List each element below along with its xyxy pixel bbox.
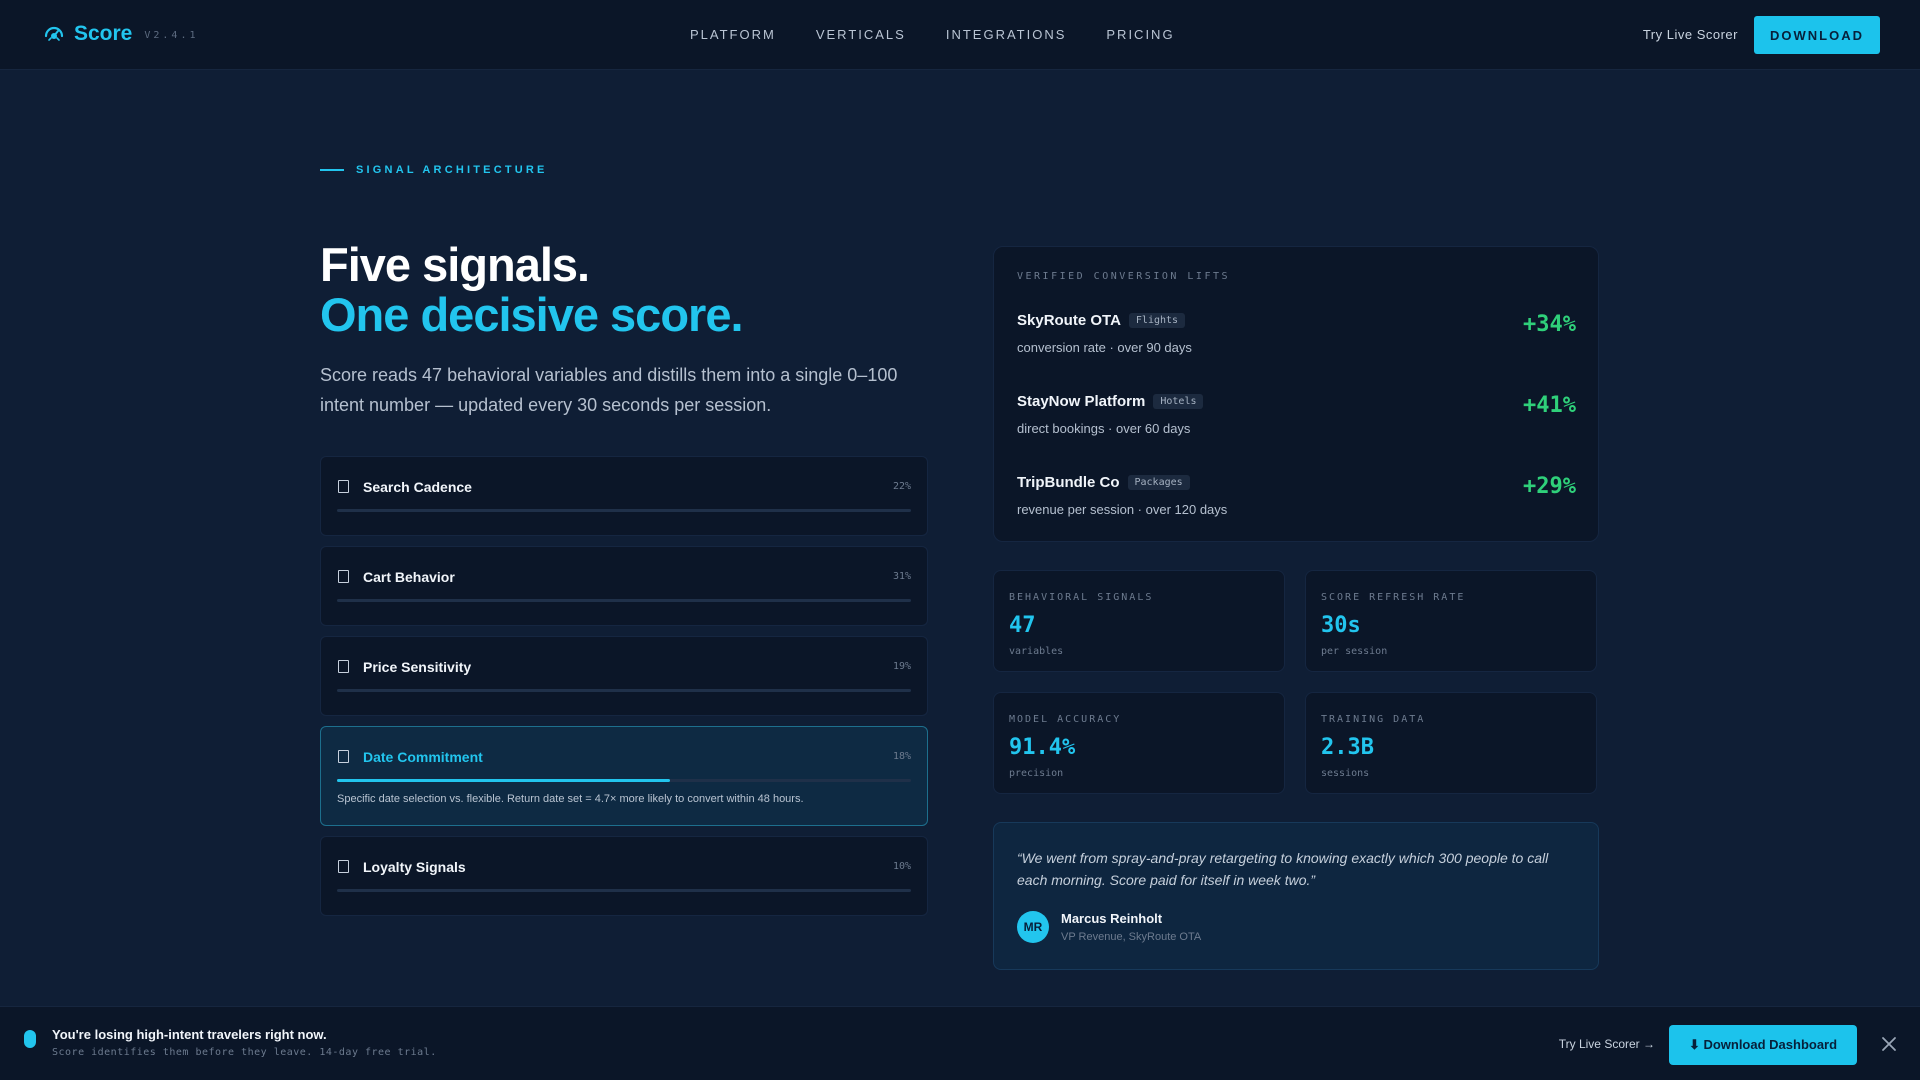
signal-label: Price Sensitivity [363, 659, 472, 675]
brand[interactable]: Score V2.4.1 [42, 22, 199, 46]
avatar: MR [1017, 911, 1049, 943]
lift-value: +29% [1523, 474, 1576, 499]
banner-subtitle: Score identifies them before they leave.… [52, 1047, 437, 1058]
stat-subtitle: precision [1009, 768, 1064, 779]
lift-value: +41% [1523, 393, 1576, 418]
signal-item-cart-behavior[interactable]: Cart Behavior 31% [320, 546, 928, 626]
banner-title: You're losing high-intent travelers righ… [52, 1027, 327, 1042]
signal-label: Cart Behavior [363, 569, 455, 585]
lift-company: StayNow Platform [1017, 393, 1146, 410]
lift-row: StayNow Platform Hotels direct bookings ·… [1017, 393, 1576, 453]
signal-label: Date Commitment [363, 749, 483, 765]
lift-row: SkyRoute OTA Flights conversion rate · ov… [1017, 312, 1576, 372]
lift-subtitle: revenue per session · over 120 days [1017, 502, 1228, 517]
testimonial-author: Marcus Reinholt [1061, 911, 1163, 926]
lift-tag: Packages [1127, 475, 1190, 490]
eyebrow-text: SIGNAL ARCHITECTURE [356, 164, 548, 176]
stat-label: SCORE REFRESH RATE [1321, 592, 1466, 603]
checkbox-icon [338, 660, 349, 673]
hero: Five signals. One decisive score. Score … [320, 240, 930, 420]
signal-weight: 22% [892, 481, 911, 492]
stat-card-refresh-rate: SCORE REFRESH RATE 30s per session [1305, 570, 1597, 672]
stat-value: 2.3B [1321, 735, 1374, 760]
stat-value: 47 [1009, 613, 1036, 638]
score-logo-icon [44, 26, 64, 41]
signal-progress-fill [337, 779, 670, 782]
signal-progress-bar [337, 599, 911, 602]
top-nav: Score V2.4.1 PLATFORM VERTICALS INTEGRAT… [0, 0, 1920, 70]
lift-value: +34% [1523, 312, 1576, 337]
checkbox-icon [338, 860, 349, 873]
try-live-scorer-link[interactable]: Try Live Scorer [1643, 27, 1738, 42]
stat-subtitle: per session [1321, 646, 1388, 657]
signal-progress-bar [337, 889, 911, 892]
signal-progress-bar [337, 779, 911, 782]
signal-description: Specific date selection vs. flexible. Re… [337, 793, 804, 805]
close-icon[interactable] [1878, 1033, 1900, 1055]
signal-label: Loyalty Signals [363, 859, 466, 875]
hero-description: Score reads 47 behavioral variables and … [320, 365, 898, 415]
status-indicator [24, 1030, 36, 1048]
conversion-lifts-card: VERIFIED CONVERSION LIFTS SkyRoute OTA Fl… [993, 246, 1599, 542]
version-label: V2.4.1 [144, 29, 199, 41]
hero-title-accent: One decisive score. [320, 288, 744, 341]
stat-label: TRAINING DATA [1321, 714, 1426, 725]
signal-label: Search Cadence [363, 479, 472, 495]
stat-subtitle: sessions [1321, 768, 1370, 779]
lift-row: TripBundle Co Packages revenue per sessio… [1017, 474, 1576, 534]
cta-banner: You're losing high-intent travelers righ… [0, 1006, 1920, 1080]
signal-list: Search Cadence 22% Cart Behavior 31% Pri… [320, 456, 928, 926]
stat-card-training-data: TRAINING DATA 2.3B sessions [1305, 692, 1597, 794]
download-button[interactable]: DOWNLOAD [1754, 16, 1880, 54]
stat-value: 30s [1321, 613, 1361, 638]
testimonial-card: “We went from spray-and-pray retargeting… [993, 822, 1599, 970]
lift-company: SkyRoute OTA [1017, 312, 1121, 329]
signal-item-price-sensitivity[interactable]: Price Sensitivity 19% [320, 636, 928, 716]
testimonial-role: VP Revenue, SkyRoute OTA [1061, 931, 1202, 943]
nav-link-platform[interactable]: PLATFORM [690, 27, 776, 42]
signal-progress-bar [337, 509, 911, 512]
testimonial-quote: “We went from spray-and-pray retargeting… [1017, 850, 1549, 888]
signal-item-date-commitment[interactable]: Date Commitment 18% Specific date select… [320, 726, 928, 826]
stat-card-behavioral-signals: BEHAVIORAL SIGNALS 47 variables [993, 570, 1285, 672]
nav-link-verticals[interactable]: VERTICALS [816, 27, 906, 42]
signal-weight: 31% [892, 571, 911, 582]
stat-subtitle: variables [1009, 646, 1064, 657]
checkbox-icon [338, 480, 349, 493]
signal-weight: 10% [892, 861, 911, 872]
checkbox-icon [338, 570, 349, 583]
nav-links: PLATFORM VERTICALS INTEGRATIONS PRICING [690, 27, 1175, 42]
nav-link-pricing[interactable]: PRICING [1106, 27, 1174, 42]
checkbox-icon [338, 750, 349, 763]
banner-try-live-scorer-link[interactable]: Try Live Scorer → [1559, 1037, 1655, 1051]
lift-tag: Hotels [1153, 394, 1204, 409]
stat-card-model-accuracy: MODEL ACCURACY 91.4% precision [993, 692, 1285, 794]
lift-subtitle: direct bookings · over 60 days [1017, 421, 1191, 436]
stat-label: BEHAVIORAL SIGNALS [1009, 592, 1154, 603]
download-dashboard-button[interactable]: ⬇ Download Dashboard [1669, 1025, 1857, 1065]
signal-weight: 18% [892, 751, 911, 762]
lift-company: TripBundle Co [1017, 474, 1120, 491]
lift-subtitle: conversion rate · over 90 days [1017, 340, 1192, 355]
section-eyebrow: SIGNAL ARCHITECTURE [320, 164, 548, 176]
nav-link-integrations[interactable]: INTEGRATIONS [946, 27, 1067, 42]
signal-item-search-cadence[interactable]: Search Cadence 22% [320, 456, 928, 536]
signal-item-loyalty-signals[interactable]: Loyalty Signals 10% [320, 836, 928, 916]
hero-title: Five signals. [320, 238, 590, 291]
lifts-title: VERIFIED CONVERSION LIFTS [1017, 271, 1231, 282]
stat-value: 91.4% [1009, 735, 1076, 760]
stat-label: MODEL ACCURACY [1009, 714, 1122, 725]
brand-name: Score [74, 22, 133, 45]
signal-progress-bar [337, 689, 911, 692]
signal-weight: 19% [892, 661, 911, 672]
eyebrow-line [320, 169, 344, 171]
lift-tag: Flights [1128, 313, 1186, 328]
